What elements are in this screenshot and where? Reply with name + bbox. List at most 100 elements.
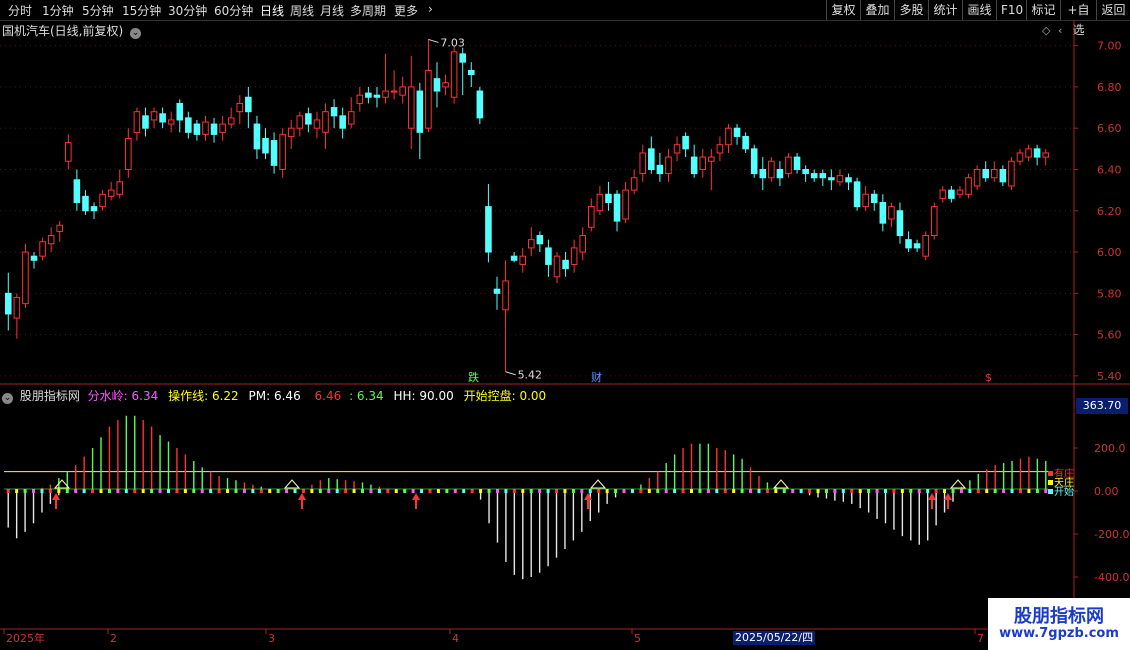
base-marker — [630, 489, 634, 493]
base-marker — [293, 489, 297, 493]
candle-body — [133, 111, 141, 133]
diamond-icon[interactable]: ◇ — [1042, 24, 1051, 37]
candle-body — [982, 168, 989, 179]
toolbar-button-6[interactable]: 标记 — [1026, 0, 1060, 20]
candle-body — [365, 92, 372, 98]
period-tab-5[interactable]: 60分钟 — [214, 2, 253, 19]
candle-body — [270, 140, 278, 166]
candlestick-chart[interactable]: 7.00 6.80 6.60 6.40 6.20 6.00 5.80 5.60 5.40 7.03… — [0, 20, 1130, 385]
base-marker — [462, 489, 466, 493]
base-marker — [808, 489, 812, 493]
candle-body — [65, 142, 72, 162]
marker-cai[interactable]: 财 — [591, 370, 602, 384]
period-tab-3[interactable]: 15分钟 — [122, 2, 161, 19]
indicator-chart[interactable]: 200.00.00-200.0-400.0有庄天庄开始 — [0, 384, 1130, 630]
candle-body — [416, 90, 424, 133]
base-marker — [799, 489, 803, 493]
period-tab-9[interactable]: 多周期 — [350, 2, 386, 19]
period-tab-0[interactable]: 分时 — [8, 2, 32, 19]
candle-body — [828, 177, 835, 181]
candle-body — [716, 144, 724, 154]
base-marker — [689, 489, 693, 493]
candle-body — [193, 123, 201, 135]
candle-body — [459, 53, 466, 63]
candle-body — [639, 152, 647, 175]
candle-body — [750, 148, 758, 175]
toolbar-button-3[interactable]: 统计 — [928, 0, 962, 20]
base-marker — [765, 489, 769, 493]
base-marker — [757, 489, 761, 493]
base-marker — [538, 489, 542, 493]
more-chevron-icon[interactable]: › — [428, 2, 433, 16]
candle-body — [956, 189, 964, 195]
date-label: 5 — [634, 632, 641, 645]
candle-body — [570, 247, 578, 265]
base-marker — [344, 489, 348, 493]
base-marker — [133, 489, 137, 493]
candle-body — [502, 280, 509, 311]
base-marker — [361, 489, 365, 493]
date-label: 3 — [268, 632, 275, 645]
candle-body — [159, 113, 166, 123]
period-tab-7[interactable]: 周线 — [290, 2, 314, 19]
candle-body — [142, 115, 149, 129]
candle-body — [1008, 160, 1015, 187]
indicator-current-value: 363.70 — [1076, 398, 1128, 414]
candle-body — [613, 193, 621, 222]
candle-body — [519, 255, 526, 265]
period-tab-10[interactable]: 更多 — [394, 2, 418, 19]
candle-body — [373, 94, 381, 98]
candle-body — [673, 144, 681, 154]
base-marker — [816, 489, 820, 493]
base-marker — [1044, 489, 1048, 493]
toolbar-button-7[interactable]: +自选 — [1060, 0, 1096, 37]
base-marker — [943, 489, 947, 493]
toolbar-button-8[interactable]: 返回 — [1096, 0, 1130, 20]
base-marker — [436, 489, 440, 493]
candle-body — [939, 189, 947, 199]
candle-body — [339, 115, 346, 129]
candle-body — [227, 117, 235, 125]
period-tab-6[interactable]: 日线 — [260, 2, 284, 19]
candle-body — [819, 173, 827, 179]
candle-body — [253, 123, 261, 150]
candle-body — [5, 292, 12, 315]
toolbar-button-2[interactable]: 多股 — [894, 0, 928, 20]
collapse-chevron-icon[interactable]: ‹ — [1058, 24, 1062, 37]
period-tab-8[interactable]: 月线 — [320, 2, 344, 19]
candle-body — [245, 96, 252, 113]
period-tab-1[interactable]: 1分钟 — [42, 2, 74, 19]
base-marker — [614, 489, 618, 493]
toolbar-button-4[interactable]: 画线 — [962, 0, 996, 20]
candle-body — [622, 189, 629, 220]
date-label: 2025年 — [6, 631, 45, 645]
candle-body — [150, 111, 158, 121]
low-pointer — [505, 371, 516, 376]
candle-body — [450, 51, 458, 98]
base-marker — [622, 489, 626, 493]
marker-die[interactable]: 跌 — [468, 370, 479, 384]
period-tab-4[interactable]: 30分钟 — [168, 2, 207, 19]
base-marker — [563, 489, 567, 493]
toolbar-button-0[interactable]: 复权 — [826, 0, 860, 20]
price-tick-label: 6.00 — [1097, 246, 1122, 259]
candle-body — [433, 78, 441, 92]
base-marker — [698, 489, 702, 493]
toolbar-button-5[interactable]: F10 — [996, 0, 1026, 20]
base-marker — [99, 489, 103, 493]
base-marker — [107, 489, 111, 493]
candle-body — [930, 206, 938, 237]
base-marker — [150, 489, 154, 493]
candle-body — [485, 206, 492, 253]
candle-body — [596, 193, 604, 212]
toolbar-button-1[interactable]: 叠加 — [860, 0, 894, 20]
base-marker — [377, 489, 381, 493]
candle-body — [665, 156, 672, 175]
base-marker — [934, 489, 938, 493]
base-marker — [959, 489, 963, 493]
period-tab-2[interactable]: 5分钟 — [82, 2, 114, 19]
marker-s[interactable]: $ — [985, 371, 992, 384]
candle-body — [690, 156, 698, 175]
price-tick-label: 6.20 — [1097, 205, 1122, 218]
base-marker — [327, 489, 331, 493]
